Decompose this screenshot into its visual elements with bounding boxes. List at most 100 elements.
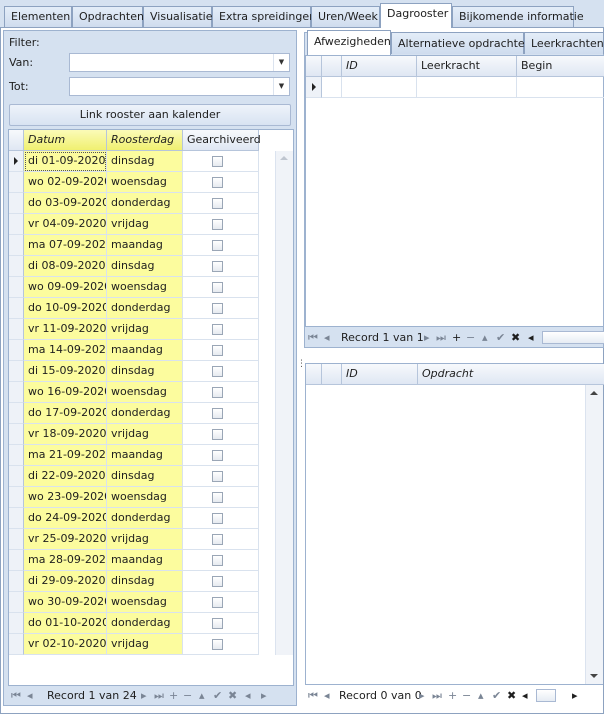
table-row[interactable]: do 01-10-2020 donderdag — [9, 613, 259, 634]
cell-gearchiveerd[interactable] — [183, 256, 259, 277]
cell-datum[interactable]: do 10-09-2020 — [24, 298, 107, 319]
cell-roosterdag[interactable]: vrijdag — [107, 529, 183, 550]
column-header-begin[interactable]: Begin — [517, 56, 604, 77]
archived-checkbox[interactable] — [212, 534, 223, 545]
table-row[interactable]: di 15-09-2020 dinsdag — [9, 361, 259, 382]
column-header-gearchiveerd[interactable]: Gearchiveerd — [183, 130, 261, 151]
column-header-roosterdag[interactable]: Roosterdag — [107, 130, 183, 151]
cell-datum[interactable]: wo 30-09-2020 — [24, 592, 107, 613]
tab-extra-spreidingen[interactable]: Extra spreidingen — [212, 6, 316, 27]
scroll-up-icon[interactable] — [590, 391, 598, 395]
cell-gearchiveerd[interactable] — [183, 634, 259, 655]
first-record-icon[interactable]: ⏮ — [308, 331, 318, 345]
delete-record-icon[interactable]: − — [466, 331, 475, 344]
cell-gearchiveerd[interactable] — [183, 277, 259, 298]
table-row[interactable]: vr 18-09-2020 vrijdag — [9, 424, 259, 445]
cell-roosterdag[interactable]: woensdag — [107, 277, 183, 298]
dagrooster-grid[interactable]: Datum Roosterdag Gearchiveerd di 01-09-2… — [8, 129, 294, 686]
cell-gearchiveerd[interactable] — [183, 550, 259, 571]
cell-roosterdag[interactable]: donderdag — [107, 508, 183, 529]
table-row[interactable]: di 22-09-2020 dinsdag — [9, 466, 259, 487]
table-row[interactable]: ma 21-09-2020 maandag — [9, 445, 259, 466]
cell-roosterdag[interactable]: dinsdag — [107, 151, 183, 172]
archived-checkbox[interactable] — [212, 219, 223, 230]
cell-datum[interactable]: wo 02-09-2020 — [24, 172, 107, 193]
cell-gearchiveerd[interactable] — [183, 508, 259, 529]
cell-gearchiveerd[interactable] — [183, 319, 259, 340]
last-record-icon[interactable]: ⏭ — [432, 689, 442, 703]
cell-roosterdag[interactable]: vrijdag — [107, 424, 183, 445]
table-row[interactable]: di 08-09-2020 dinsdag — [9, 256, 259, 277]
cell-datum[interactable]: do 17-09-2020 — [24, 403, 107, 424]
vertical-scrollbar[interactable] — [275, 151, 293, 655]
table-row[interactable]: vr 25-09-2020 vrijdag — [9, 529, 259, 550]
cell-datum[interactable]: vr 11-09-2020 — [24, 319, 107, 340]
archived-checkbox[interactable] — [212, 261, 223, 272]
delete-record-icon[interactable]: − — [183, 689, 192, 702]
cell-gearchiveerd[interactable] — [183, 298, 259, 319]
cell-datum[interactable]: do 24-09-2020 — [24, 508, 107, 529]
cell-roosterdag[interactable]: woensdag — [107, 172, 183, 193]
edit-record-icon[interactable]: ▴ — [482, 331, 488, 344]
prev-record-icon[interactable]: ◂ — [324, 689, 330, 702]
edit-record-icon[interactable]: ▴ — [199, 689, 205, 702]
cell-roosterdag[interactable]: dinsdag — [107, 256, 183, 277]
scroll-left-icon[interactable]: ◂ — [528, 331, 534, 344]
cell-datum[interactable]: ma 14-09-2020 — [24, 340, 107, 361]
archived-checkbox[interactable] — [212, 198, 223, 209]
table-row[interactable]: di 29-09-2020 dinsdag — [9, 571, 259, 592]
next-record-icon[interactable]: ▸ — [141, 689, 147, 702]
add-record-icon[interactable]: + — [452, 331, 461, 344]
cell-datum[interactable]: di 08-09-2020 — [24, 256, 107, 277]
delete-record-icon[interactable]: − — [462, 689, 471, 702]
cancel-icon[interactable]: ✖ — [511, 331, 520, 344]
cell-gearchiveerd[interactable] — [183, 487, 259, 508]
confirm-icon[interactable]: ✔ — [492, 689, 501, 702]
opdrachten-grid[interactable]: ID Opdracht — [305, 363, 604, 685]
archived-checkbox[interactable] — [212, 618, 223, 629]
table-cell[interactable] — [342, 77, 417, 98]
cell-roosterdag[interactable]: dinsdag — [107, 466, 183, 487]
table-row[interactable]: vr 11-09-2020 vrijdag — [9, 319, 259, 340]
table-row[interactable]: wo 02-09-2020 woensdag — [9, 172, 259, 193]
confirm-icon[interactable]: ✔ — [213, 689, 222, 702]
tab-uren-week[interactable]: Uren/Week — [311, 6, 380, 27]
cell-roosterdag[interactable]: donderdag — [107, 613, 183, 634]
table-row[interactable]: wo 16-09-2020 woensdag — [9, 382, 259, 403]
tab-leerkrachten[interactable]: Leerkrachten — [524, 32, 604, 54]
next-record-icon[interactable]: ▸ — [419, 689, 425, 702]
cell-roosterdag[interactable]: woensdag — [107, 592, 183, 613]
cell-roosterdag[interactable]: dinsdag — [107, 361, 183, 382]
cell-roosterdag[interactable]: donderdag — [107, 403, 183, 424]
cell-datum[interactable]: di 29-09-2020 — [24, 571, 107, 592]
tab-afwezigheden[interactable]: Afwezigheden — [307, 30, 391, 55]
dropdown-arrow-icon[interactable]: ▼ — [273, 78, 289, 95]
edit-record-icon[interactable]: ▴ — [478, 689, 484, 702]
cell-roosterdag[interactable]: donderdag — [107, 298, 183, 319]
cell-roosterdag[interactable]: woensdag — [107, 382, 183, 403]
archived-checkbox[interactable] — [212, 597, 223, 608]
cell-gearchiveerd[interactable] — [183, 193, 259, 214]
archived-checkbox[interactable] — [212, 471, 223, 482]
cell-datum[interactable]: ma 28-09-2020 — [24, 550, 107, 571]
cell-gearchiveerd[interactable] — [183, 445, 259, 466]
cell-roosterdag[interactable]: vrijdag — [107, 214, 183, 235]
table-row[interactable]: vr 04-09-2020 vrijdag — [9, 214, 259, 235]
cell-roosterdag[interactable]: maandag — [107, 550, 183, 571]
archived-checkbox[interactable] — [212, 282, 223, 293]
scrollbar-thumb[interactable] — [536, 689, 556, 702]
prev-record-icon[interactable]: ◂ — [324, 331, 330, 344]
first-record-icon[interactable]: ⏮ — [11, 689, 21, 703]
tab-visualisatie[interactable]: Visualisatie — [143, 6, 213, 27]
table-row[interactable]: ma 14-09-2020 maandag — [9, 340, 259, 361]
cell-roosterdag[interactable]: woensdag — [107, 487, 183, 508]
tab-dagrooster[interactable]: Dagrooster — [380, 3, 452, 28]
table-row[interactable]: di 01-09-2020 dinsdag — [9, 151, 259, 172]
cell-gearchiveerd[interactable] — [183, 592, 259, 613]
vertical-scrollbar[interactable] — [585, 385, 603, 684]
cancel-icon[interactable]: ✖ — [507, 689, 516, 702]
table-row[interactable]: vr 02-10-2020 vrijdag — [9, 634, 259, 655]
archived-checkbox[interactable] — [212, 324, 223, 335]
cell-gearchiveerd[interactable] — [183, 466, 259, 487]
cell-datum[interactable]: di 15-09-2020 — [24, 361, 107, 382]
